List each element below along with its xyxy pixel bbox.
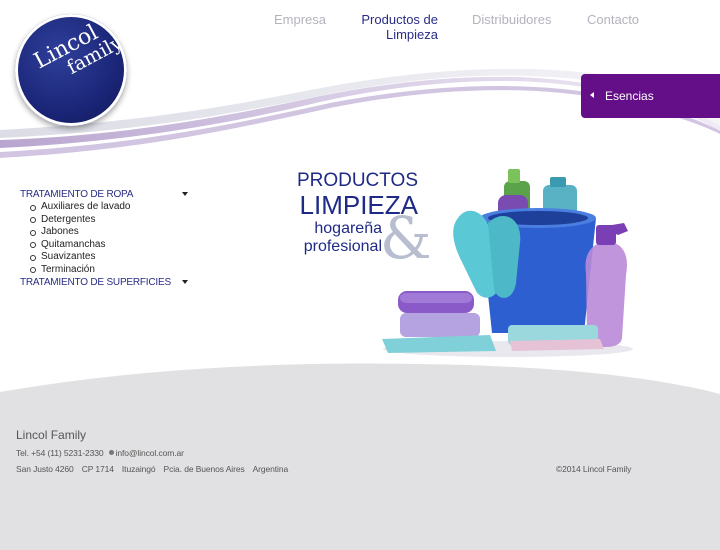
nav-item-productos-de-limpieza[interactable]: Productos de Limpieza <box>358 12 438 42</box>
footer-contact: Tel. +54 (11) 5231-2330 info@lincol.com.a… <box>16 448 184 458</box>
category-sidebar: Tratamiento de ropa Auxiliares de lavado… <box>20 188 210 289</box>
subcategory-item[interactable]: Suavizantes <box>30 251 210 264</box>
bullet-icon <box>30 217 36 223</box>
category-tratamiento-de-superficies[interactable]: Tratamiento de superficies <box>20 276 210 289</box>
nav-item-distribuidores[interactable]: Distribuidores <box>472 12 551 27</box>
subcategory-item[interactable]: Terminación <box>30 264 210 277</box>
footer-brand: Lincol Family <box>16 428 87 442</box>
bullet-icon <box>30 267 36 273</box>
hero-line-hogarena: hogareña <box>314 220 382 237</box>
hero-line-profesional: profesional <box>303 238 382 255</box>
main-nav: Empresa Productos de Limpieza Distribuid… <box>0 12 720 52</box>
category-tratamiento-de-ropa[interactable]: Tratamiento de ropa <box>20 188 210 201</box>
footer-email[interactable]: info@lincol.com.ar <box>116 448 184 458</box>
caret-down-icon <box>182 192 188 196</box>
mail-icon <box>108 450 114 455</box>
nav-item-empresa[interactable]: Empresa <box>274 12 326 27</box>
nav-item-contacto[interactable]: Contacto <box>587 12 639 27</box>
cleaning-products-image <box>382 169 633 357</box>
footer-phone: Tel. +54 (11) 5231-2330 <box>16 448 104 458</box>
caret-down-icon <box>182 280 188 284</box>
esencias-label: Esencias <box>605 89 654 103</box>
footer-address: San Justo 4260 CP 1714 Ituzaingó Pcia. de B… <box>16 464 289 474</box>
footer-copyright: ©2014 Lincol Family <box>556 464 632 474</box>
subcategory-item[interactable]: Quitamanchas <box>30 239 210 252</box>
subcategory-item[interactable]: Auxiliares de lavado <box>30 201 210 214</box>
header: Lincol family Empresa Productos de Limpi… <box>0 0 720 160</box>
bullet-icon <box>30 204 36 211</box>
subcategory-item[interactable]: Jabones <box>30 226 210 239</box>
caret-left-icon <box>590 92 594 98</box>
bullet-icon <box>30 242 36 248</box>
bullet-icon <box>30 254 36 261</box>
subcategory-list: Auxiliares de lavado Detergentes Jabones… <box>20 201 210 276</box>
bullet-icon <box>30 229 36 236</box>
esencias-tab[interactable]: Esencias <box>581 74 720 118</box>
subcategory-item[interactable]: Detergentes <box>30 214 210 227</box>
